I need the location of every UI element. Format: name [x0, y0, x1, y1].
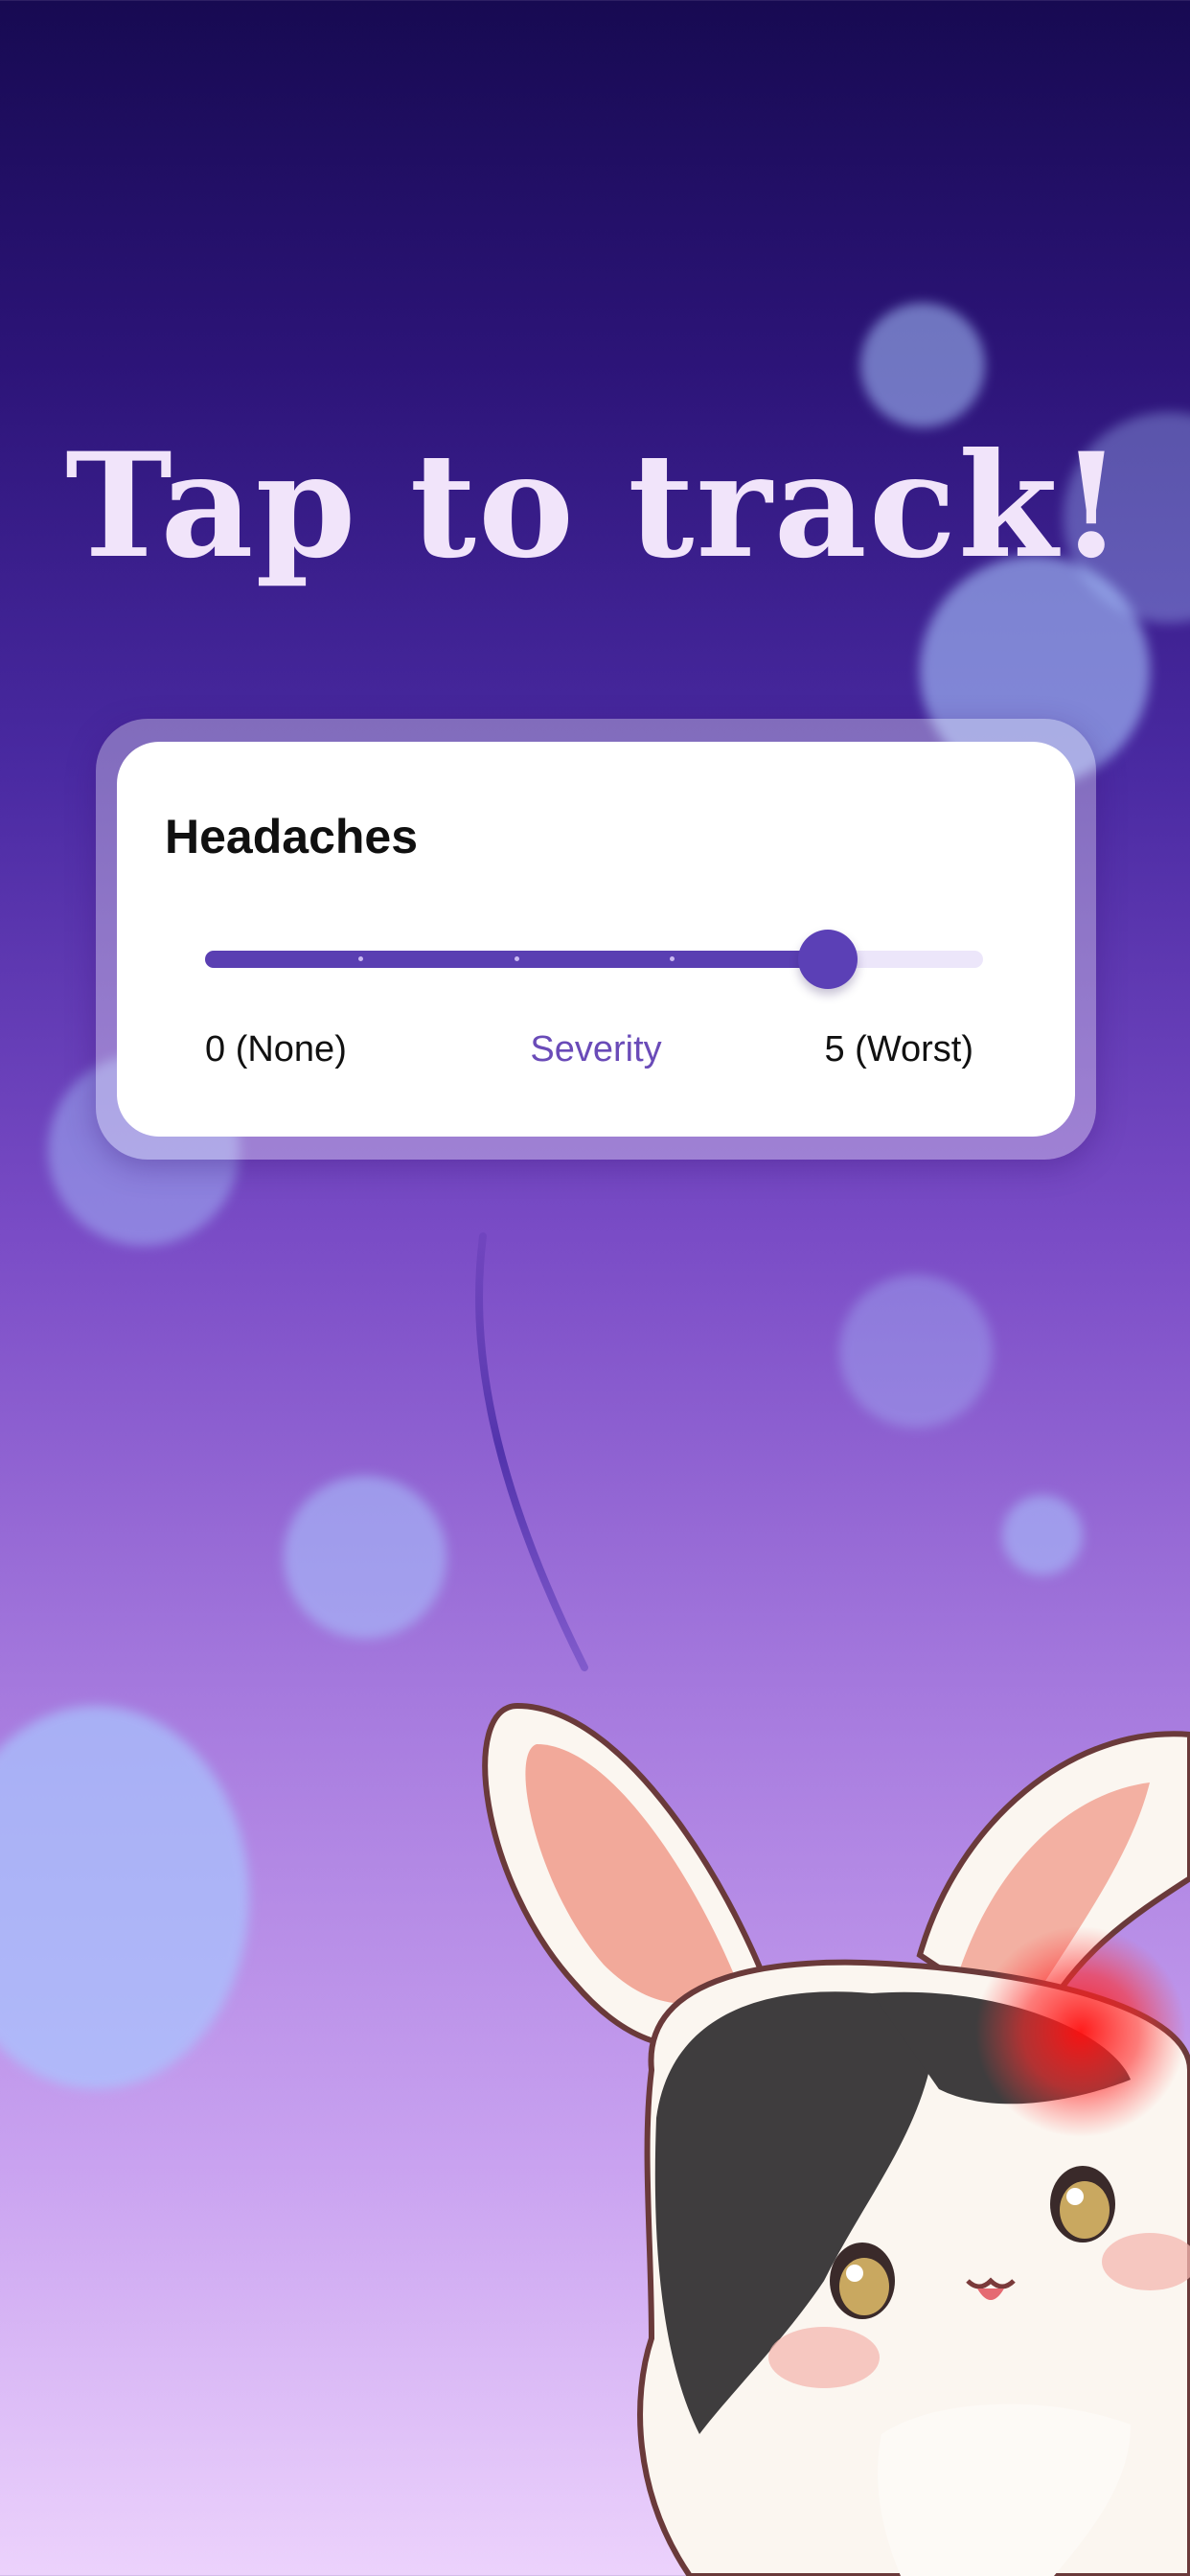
bokeh-circle [0, 1706, 249, 2089]
bokeh-circle [839, 1275, 993, 1428]
severity-slider[interactable] [205, 930, 983, 989]
connector-curve [475, 1232, 588, 1671]
bokeh-circle [860, 303, 985, 427]
bokeh-circle [284, 1476, 446, 1639]
tracker-card-frame: Headaches 0 (None) Severity 5 (Worst) [96, 719, 1096, 1160]
slider-thumb[interactable] [797, 930, 858, 989]
slider-max-label: 5 (Worst) [824, 1029, 973, 1070]
bokeh-circle [1002, 1495, 1083, 1576]
symptom-title: Headaches [165, 810, 419, 863]
bunny-illustration [482, 1702, 1190, 2576]
slider-tick [514, 956, 519, 961]
page-title: Tap to track! [65, 422, 1125, 590]
tracker-card: Headaches 0 (None) Severity 5 (Worst) [117, 742, 1075, 1137]
